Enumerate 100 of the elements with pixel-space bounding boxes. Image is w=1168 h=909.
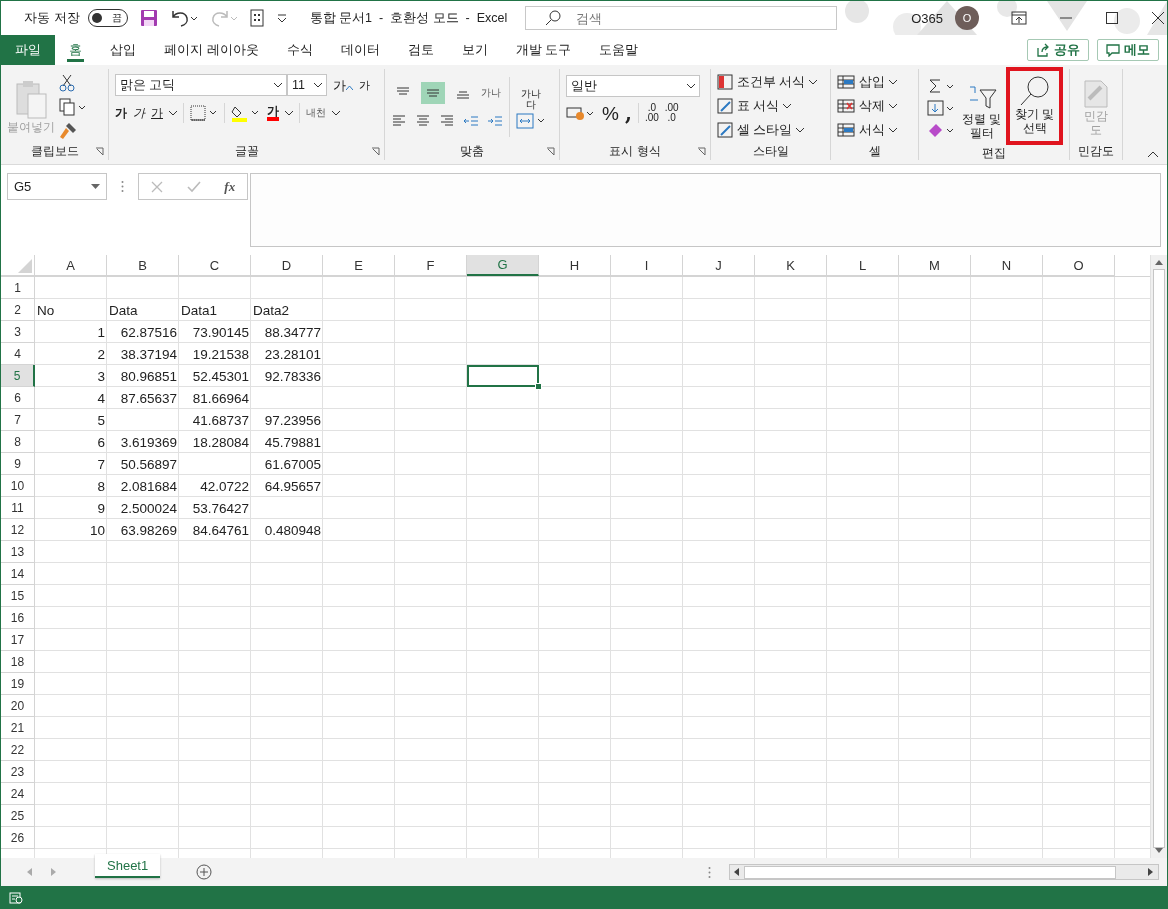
ribbon-tab[interactable]: 보기 <box>447 35 502 65</box>
save-icon[interactable] <box>139 9 158 27</box>
cells-button[interactable]: 삭제 <box>837 95 912 117</box>
name-box[interactable]: G5 <box>7 173 107 200</box>
add-sheet-icon[interactable] <box>196 864 213 880</box>
row-header[interactable]: 5 <box>1 365 35 387</box>
ribbon-display-icon[interactable] <box>1011 11 1027 25</box>
bold-button[interactable]: 가 <box>115 107 127 119</box>
form-icon[interactable] <box>249 9 264 27</box>
font-name-dropdown[interactable]: 맑은 고딕 <box>115 74 287 96</box>
comma-button[interactable]: , <box>624 103 632 123</box>
search-field[interactable]: 검색 <box>525 6 838 30</box>
styles-button[interactable]: 셀 스타일 <box>717 119 824 141</box>
align-right-icon[interactable] <box>439 113 455 128</box>
row-header[interactable]: 10 <box>1 475 35 497</box>
merge-center-icon[interactable] <box>516 112 546 129</box>
increase-decimal-button[interactable]: .0 .00 <box>644 103 659 123</box>
row-header[interactable]: 1 <box>1 277 35 299</box>
italic-button[interactable]: 가 <box>133 107 145 119</box>
column-header[interactable]: J <box>683 255 755 276</box>
percent-button[interactable]: % <box>602 103 619 123</box>
cut-icon[interactable] <box>59 73 75 92</box>
sort-filter-button[interactable]: 정렬 및 필터 <box>959 76 1005 140</box>
scrollbar-thumb[interactable] <box>744 865 1116 879</box>
column-header[interactable]: G <box>467 255 539 276</box>
macro-record-icon[interactable] <box>9 891 23 904</box>
ribbon-tab[interactable]: 홈 <box>55 35 96 65</box>
column-header[interactable]: E <box>323 255 395 276</box>
scrollbar-thumb[interactable] <box>1153 269 1165 848</box>
caret-icon[interactable] <box>285 110 293 116</box>
shrink-font-button[interactable]: 가 <box>359 79 370 91</box>
column-header[interactable]: I <box>611 255 683 276</box>
dialog-launcher-icon[interactable] <box>546 147 555 156</box>
sheet-tab[interactable]: Sheet1 <box>95 854 161 878</box>
maximize-icon[interactable] <box>1105 11 1119 25</box>
column-header[interactable]: O <box>1043 255 1115 276</box>
cells-button[interactable]: 서식 <box>837 119 912 141</box>
font-size-dropdown[interactable]: 11 <box>287 74 327 96</box>
dialog-launcher-icon[interactable] <box>697 147 706 156</box>
row-header[interactable]: 15 <box>1 585 35 607</box>
insert-function-button[interactable]: fx <box>224 178 236 195</box>
row-header[interactable]: 11 <box>1 497 35 519</box>
avatar[interactable]: O <box>955 6 979 30</box>
fill-color-icon[interactable] <box>231 104 261 122</box>
scroll-left-icon[interactable] <box>734 868 740 876</box>
font-color-button[interactable]: 가 <box>267 105 279 121</box>
row-header[interactable]: 2 <box>1 299 35 321</box>
row-header[interactable]: 23 <box>1 761 35 783</box>
horizontal-scrollbar[interactable] <box>729 864 1159 880</box>
cells-button[interactable]: 삽입 <box>837 71 912 93</box>
row-header[interactable]: 19 <box>1 673 35 695</box>
selected-cell[interactable] <box>467 365 539 387</box>
row-header[interactable]: 6 <box>1 387 35 409</box>
copy-icon[interactable] <box>59 97 87 116</box>
format-painter-icon[interactable] <box>59 121 77 140</box>
row-header[interactable]: 3 <box>1 321 35 343</box>
find-select-button[interactable]: 찾기 및 선택 <box>1006 67 1063 145</box>
row-header[interactable]: 4 <box>1 343 35 365</box>
row-header[interactable]: 12 <box>1 519 35 541</box>
vertical-align-button[interactable] <box>421 81 445 104</box>
undo-icon[interactable] <box>169 9 198 27</box>
column-header[interactable]: M <box>899 255 971 276</box>
column-header[interactable]: K <box>755 255 827 276</box>
scroll-right-icon[interactable] <box>1148 868 1154 876</box>
orientation-button[interactable]: 가나 <box>481 87 501 98</box>
row-header[interactable]: 13 <box>1 541 35 563</box>
ribbon-tab[interactable]: 검토 <box>393 35 448 65</box>
close-icon[interactable] <box>1151 11 1165 25</box>
customize-icon[interactable] <box>275 12 288 24</box>
row-header[interactable]: 20 <box>1 695 35 717</box>
styles-button[interactable]: 표 서식 <box>717 95 824 117</box>
ribbon-tab[interactable]: 수식 <box>272 35 327 65</box>
file-tab[interactable]: 파일 <box>1 35 55 65</box>
scroll-up-icon[interactable] <box>1155 259 1163 265</box>
dialog-launcher-icon[interactable] <box>371 147 380 156</box>
phonetic-button[interactable]: 내천 <box>306 108 326 118</box>
row-header[interactable]: 7 <box>1 409 35 431</box>
column-header[interactable]: N <box>971 255 1043 276</box>
row-header[interactable]: 8 <box>1 431 35 453</box>
collapse-ribbon-icon[interactable] <box>1147 150 1159 158</box>
decrease-decimal-button[interactable]: .00 .0 <box>664 103 679 123</box>
currency-icon[interactable] <box>566 105 596 121</box>
row-header[interactable]: 21 <box>1 717 35 739</box>
ribbon-tab[interactable]: 개발 도구 <box>501 35 586 65</box>
account-name[interactable]: O365 <box>911 10 943 26</box>
ribbon-tab[interactable]: 삽입 <box>96 35 150 65</box>
row-header[interactable]: 18 <box>1 651 35 673</box>
caret-icon[interactable] <box>169 110 177 116</box>
column-header[interactable]: A <box>35 255 107 276</box>
share-button[interactable]: 공유 <box>1027 39 1089 61</box>
row-header[interactable]: 26 <box>1 827 35 849</box>
comments-button[interactable]: 메모 <box>1097 39 1159 61</box>
row-header[interactable]: 22 <box>1 739 35 761</box>
border-icon[interactable] <box>190 105 218 121</box>
ribbon-tab[interactable]: 도움말 <box>585 35 653 65</box>
column-header[interactable]: C <box>179 255 251 276</box>
number-format-dropdown[interactable]: 일반 <box>566 75 700 97</box>
row-header[interactable]: 14 <box>1 563 35 585</box>
wrap-text-button[interactable]: 가나 다 <box>516 84 546 113</box>
more-icon[interactable] <box>708 865 711 879</box>
